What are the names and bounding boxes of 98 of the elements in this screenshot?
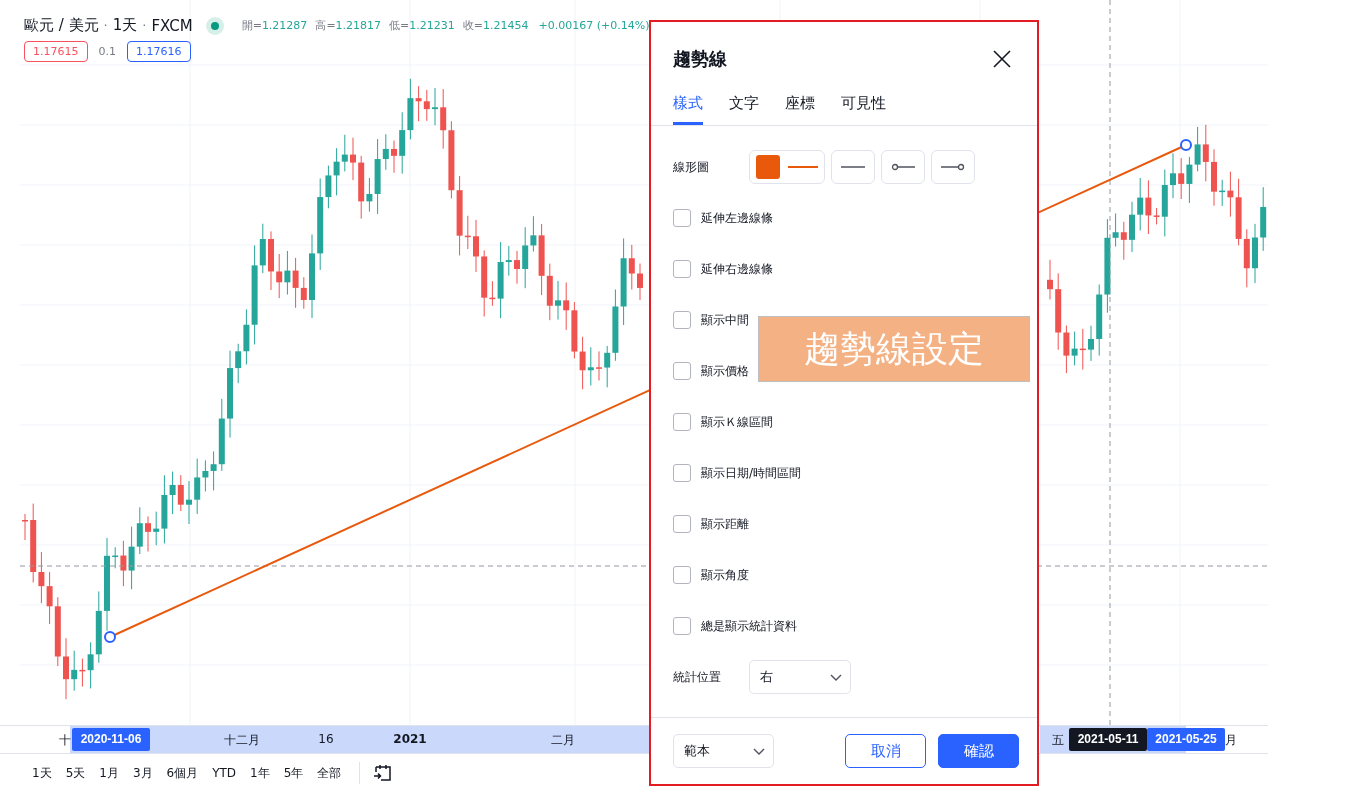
dialog-tab[interactable]: 文字	[729, 92, 759, 125]
date-marker: 2020-11-06	[72, 728, 150, 751]
line-preview-icon	[788, 165, 818, 169]
date-marker: 2021-05-11	[1069, 728, 1147, 751]
checkbox[interactable]	[673, 617, 691, 635]
ohlc-value: 1.21817	[335, 19, 382, 32]
candlestick	[1170, 152, 1176, 199]
dialog-title: 趨勢線	[673, 47, 727, 71]
candlestick	[1047, 259, 1053, 300]
option-label: 顯示價格	[701, 362, 749, 380]
range-button[interactable]: 全部	[311, 762, 348, 784]
change-value: +0.00167 (+0.14%)	[538, 19, 650, 32]
range-button[interactable]: 3月	[126, 762, 159, 784]
checkbox[interactable]	[673, 413, 691, 431]
checkbox[interactable]	[673, 260, 691, 278]
ohlc-value: 1.21231	[409, 19, 455, 32]
option-label: 總是顯示統計資料	[701, 617, 797, 635]
range-button[interactable]: YTD	[206, 764, 243, 782]
ohlc-label: 收=	[462, 18, 484, 33]
candlestick	[1088, 325, 1094, 362]
date-marker: 2021-05-25	[1147, 728, 1225, 751]
ohlc-label: 低=	[389, 18, 410, 33]
line-color-button[interactable]	[749, 150, 825, 184]
candlestick	[432, 87, 438, 126]
ohlc-label: 高=	[315, 18, 336, 33]
checkbox[interactable]	[673, 566, 691, 584]
ohlc-value: 1.21454	[483, 19, 529, 32]
candlestick	[1129, 201, 1135, 253]
time-axis-label: 月	[1225, 732, 1237, 749]
stats-position-label: 統計位置	[673, 668, 722, 686]
line-handle[interactable]	[104, 631, 116, 643]
line-right-circle-icon	[941, 163, 965, 171]
candlestick	[391, 140, 397, 174]
template-select[interactable]: 範本	[673, 734, 774, 768]
time-axis-label: 五	[1052, 732, 1064, 749]
candlestick	[555, 280, 561, 321]
candlestick	[145, 515, 151, 552]
chevron-down-icon	[753, 747, 765, 755]
checkbox[interactable]	[673, 311, 691, 329]
right-end-button[interactable]	[931, 150, 975, 184]
checkbox[interactable]	[673, 209, 691, 227]
option-label: 顯示距離	[701, 515, 749, 533]
option-label: 延伸右邊線條	[701, 260, 773, 278]
separator-dot: ·	[142, 18, 147, 33]
dialog-tab[interactable]: 座標	[785, 92, 815, 125]
checkbox[interactable]	[673, 362, 691, 380]
range-button[interactable]: 5天	[59, 762, 92, 784]
range-button[interactable]: 5年	[277, 762, 310, 784]
ohlc-label: 開=	[241, 18, 262, 33]
candlestick	[63, 637, 69, 700]
line-style-button[interactable]	[831, 150, 875, 184]
symbol-title: FXCM	[151, 16, 193, 35]
range-button[interactable]: 1年	[244, 762, 276, 784]
dialog-tab[interactable]: 樣式	[673, 92, 703, 125]
option-label: 顯示日期/時間區間	[701, 464, 802, 482]
separator-dot: ·	[103, 18, 108, 33]
checkbox[interactable]	[673, 515, 691, 533]
time-axis-label: 2021	[393, 732, 427, 746]
candlestick	[1252, 223, 1258, 284]
spread-value: 0.1	[98, 45, 116, 58]
option-label: 顯示Ｋ線區間	[701, 413, 773, 431]
range-button[interactable]: 1天	[26, 762, 58, 784]
candlestick	[268, 230, 274, 291]
symbol-title: 1天	[112, 16, 138, 35]
candlestick	[473, 219, 479, 273]
option-label: 延伸左邊線條	[701, 209, 773, 227]
cancel-button[interactable]: 取消	[845, 734, 926, 768]
candlestick	[596, 350, 602, 381]
time-axis-label: 16	[318, 732, 334, 746]
line-handle[interactable]	[1180, 139, 1192, 151]
symbol-title: 歐元 / 美元	[24, 16, 99, 35]
line-style-label: 線形圖	[673, 158, 710, 176]
range-button[interactable]: 6個月	[160, 762, 205, 784]
candlestick	[350, 137, 356, 181]
candlestick	[22, 513, 28, 541]
stats-position-select[interactable]: 右	[749, 660, 851, 694]
plain-line-icon	[841, 165, 865, 169]
range-button[interactable]: 1月	[93, 762, 125, 784]
close-icon[interactable]	[993, 50, 1011, 68]
left-end-button[interactable]	[881, 150, 925, 184]
time-axis-label: 十	[59, 732, 71, 749]
dialog-tab[interactable]: 可見性	[841, 92, 886, 125]
chevron-down-icon	[830, 673, 842, 681]
line-left-circle-icon	[891, 163, 915, 171]
candlestick	[186, 480, 192, 525]
checkbox[interactable]	[673, 464, 691, 482]
option-label: 顯示角度	[701, 566, 749, 584]
candlestick	[1260, 186, 1267, 252]
option-label: 顯示中間	[701, 311, 749, 329]
confirm-button[interactable]: 確認	[938, 734, 1019, 768]
time-axis-label: 二月	[551, 732, 575, 749]
ohlc-value: 1.21287	[261, 19, 308, 32]
ask-price[interactable]: 1.17616	[127, 41, 191, 62]
annotation-label: 趨勢線設定	[758, 316, 1030, 382]
candlestick	[637, 263, 643, 301]
time-axis-label: 十二月	[224, 732, 260, 749]
candlestick	[1211, 148, 1217, 207]
candlestick	[514, 250, 520, 285]
